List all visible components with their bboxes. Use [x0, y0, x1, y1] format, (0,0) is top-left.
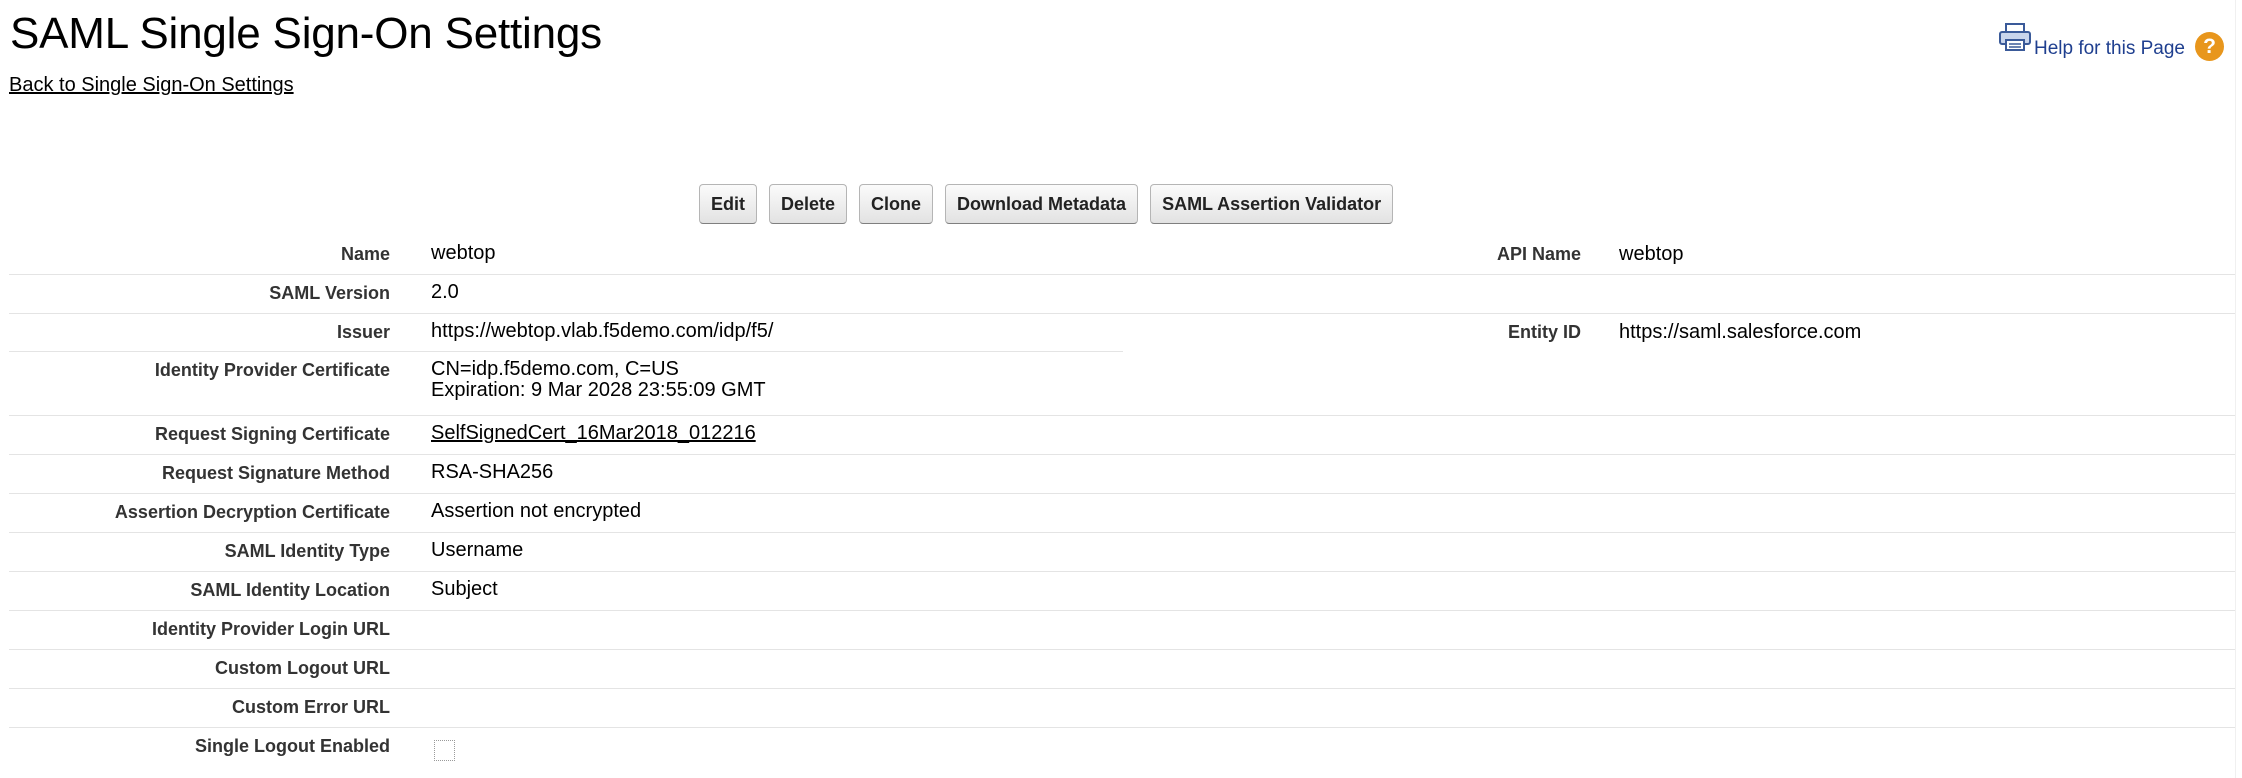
edit-button[interactable]: Edit [699, 184, 757, 224]
detail-row-saml-identity-location: SAML Identity Location Subject [9, 572, 2235, 611]
saml-identity-location-value: Subject [431, 578, 498, 600]
entity-id-value: https://saml.salesforce.com [1619, 321, 1862, 343]
download-metadata-button[interactable]: Download Metadata [945, 184, 1139, 224]
custom-error-url-value [390, 689, 1090, 727]
name-value: webtop [431, 242, 496, 264]
help-icon[interactable]: ? [2195, 32, 2224, 61]
saml-version-label: SAML Version [269, 283, 390, 303]
request-signing-certificate-value: SelfSignedCert_16Mar2018_012216 [390, 416, 1090, 454]
detail-row-saml-version: SAML Version 2.0 [9, 275, 2235, 314]
single-logout-enabled-checkbox[interactable] [434, 740, 455, 761]
request-signing-certificate-link[interactable]: SelfSignedCert_16Mar2018_012216 [431, 422, 756, 444]
name-label: Name [340, 244, 390, 264]
single-logout-enabled-label: Single Logout Enabled [195, 736, 390, 756]
detail-section: Name webtop API Name webtop SAML Version… [9, 236, 2235, 768]
idp-certificate-subject: CN=idp.f5demo.com, C=US [431, 358, 679, 380]
request-signature-method-value: RSA-SHA256 [431, 461, 554, 483]
detail-row-custom-error-url: Custom Error URL [9, 689, 2235, 728]
idp-certificate-label: Identity Provider Certificate [154, 360, 390, 380]
custom-error-url-label: Custom Error URL [231, 697, 390, 717]
issuer-value: https://webtop.vlab.f5demo.com/idp/f5/ [431, 320, 774, 342]
custom-logout-url-label: Custom Logout URL [215, 658, 390, 678]
saml-assertion-validator-button[interactable]: SAML Assertion Validator [1150, 184, 1394, 224]
api-name-value: webtop [1619, 243, 1684, 265]
detail-row-single-logout-enabled: Single Logout Enabled [9, 728, 2235, 768]
detail-row-request-signature-method: Request Signature Method RSA-SHA256 [9, 455, 2235, 494]
detail-row-idp-certificate: Identity Provider Certificate CN=idp.f5d… [9, 352, 2235, 416]
assertion-decryption-certificate-value: Assertion not encrypted [431, 500, 642, 522]
api-name-label: API Name [1496, 244, 1581, 264]
detail-row-assertion-decryption-certificate: Assertion Decryption Certificate Asserti… [9, 494, 2235, 533]
detail-row-custom-logout-url: Custom Logout URL [9, 650, 2235, 689]
entity-id-label: Entity ID [1507, 322, 1581, 342]
page-title: SAML Single Sign-On Settings [10, 9, 602, 58]
saml-identity-type-value: Username [431, 539, 524, 561]
saml-identity-type-label: SAML Identity Type [224, 541, 390, 561]
single-logout-enabled-value [390, 728, 1090, 768]
detail-row-request-signing-certificate: Request Signing Certificate SelfSignedCe… [9, 416, 2235, 455]
clone-button[interactable]: Clone [859, 184, 934, 224]
delete-button[interactable]: Delete [769, 184, 848, 224]
back-to-sso-settings-link[interactable]: Back to Single Sign-On Settings [9, 74, 294, 97]
detail-row-issuer: Issuer https://webtop.vlab.f5demo.com/id… [9, 314, 2235, 352]
page-right-border [2235, 0, 2236, 778]
assertion-decryption-certificate-label: Assertion Decryption Certificate [114, 502, 390, 522]
detail-row-idp-login-url: Identity Provider Login URL [9, 611, 2235, 650]
help-for-this-page-link[interactable]: Help for this Page [2034, 38, 2185, 60]
idp-certificate-expiration: Expiration: 9 Mar 2028 23:55:09 GMT [431, 379, 766, 401]
idp-certificate-value: CN=idp.f5demo.com, C=US Expiration: 9 Ma… [390, 352, 1090, 415]
custom-logout-url-value [390, 650, 1090, 688]
idp-login-url-label: Identity Provider Login URL [151, 619, 390, 639]
help-area: Help for this Page ? [1998, 18, 2224, 61]
printer-icon[interactable] [1998, 22, 2032, 52]
issuer-label: Issuer [336, 322, 390, 342]
idp-login-url-value [390, 611, 1090, 649]
saml-identity-location-label: SAML Identity Location [190, 580, 390, 600]
detail-row-saml-identity-type: SAML Identity Type Username [9, 533, 2235, 572]
request-signing-certificate-label: Request Signing Certificate [154, 424, 390, 444]
detail-row-name: Name webtop API Name webtop [9, 236, 2235, 275]
request-signature-method-label: Request Signature Method [161, 463, 390, 483]
saml-version-value: 2.0 [431, 281, 459, 303]
